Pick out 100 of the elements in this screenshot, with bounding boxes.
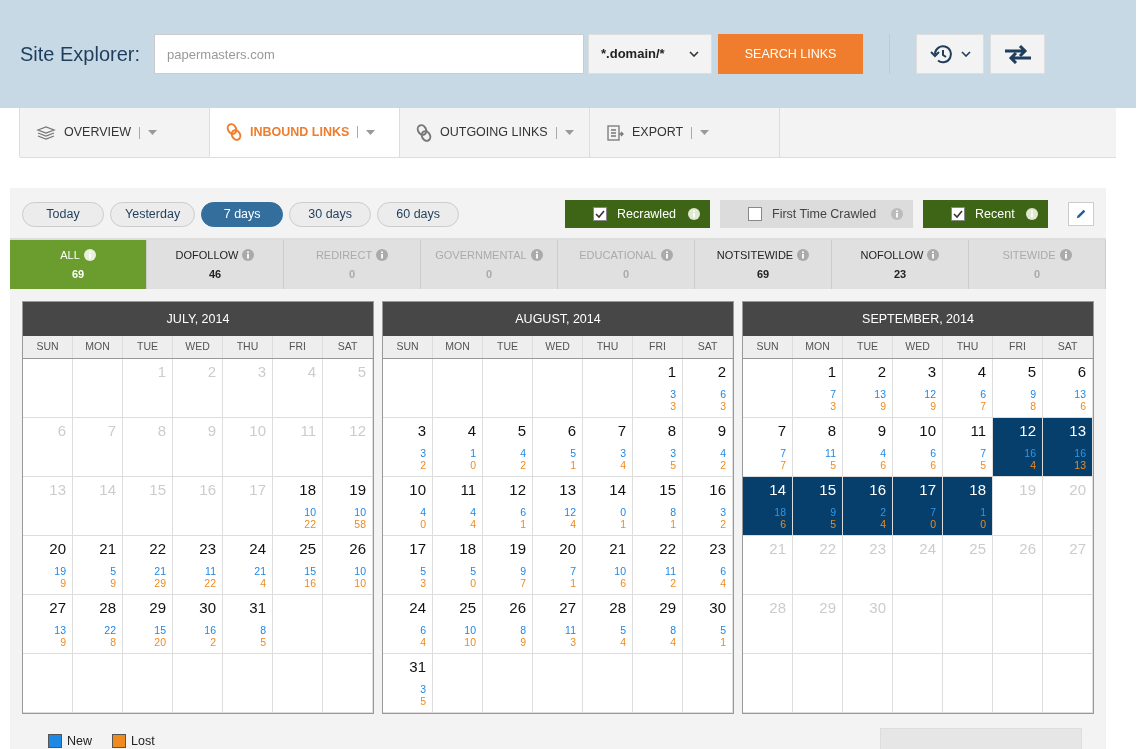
swap-button[interactable] [990,34,1046,74]
scope-dropdown[interactable]: *.domain/* [588,34,713,74]
filter-toggle[interactable]: Recent [923,200,1048,228]
legend-label: Lost [131,732,155,749]
day-cell[interactable]: 14 18 6 [743,477,793,536]
day-cell[interactable]: 30 16 2 [173,595,223,654]
empty-day-cell [743,359,793,418]
day-cell[interactable]: 2 6 3 [683,359,733,418]
day-cell[interactable]: 26 10 10 [323,536,373,595]
empty-day-cell [273,654,323,713]
day-cell[interactable]: 27 11 3 [533,595,583,654]
info-icon [927,248,940,261]
day-cell[interactable]: 22 21 29 [123,536,173,595]
day-cell[interactable]: 24 21 4 [223,536,273,595]
weekday-label: MON [73,336,123,358]
day-cell[interactable]: 15 8 1 [633,477,683,536]
day-cell[interactable]: 8 3 5 [633,418,683,477]
day-cell[interactable]: 2 13 9 [843,359,893,418]
day-cell[interactable]: 3 3 2 [383,418,433,477]
swap-arrows-icon [1002,44,1033,64]
day-cell[interactable]: 21 10 6 [583,536,633,595]
day-cell[interactable]: 9 4 2 [683,418,733,477]
category-tab[interactable]: DOFOLLOW 46 [147,240,284,289]
day-cell[interactable]: 18 1 0 [943,477,993,536]
day-cell[interactable]: 15 9 5 [793,477,843,536]
pencil-icon [1075,207,1087,221]
day-cell[interactable]: 26 8 9 [483,595,533,654]
day-cell[interactable]: 24 6 4 [383,595,433,654]
weekday-label: WED [893,336,943,358]
period-button[interactable]: Today [22,201,104,227]
day-cell[interactable]: 21 5 9 [73,536,123,595]
day-cell[interactable]: 3 12 9 [893,359,943,418]
day-cell[interactable]: 30 5 1 [683,595,733,654]
checkbox[interactable] [748,207,762,221]
day-cell[interactable]: 16 3 2 [683,477,733,536]
filter-toggle[interactable]: First Time Crawled [720,200,913,228]
day-cell[interactable]: 17 5 3 [383,536,433,595]
checkbox[interactable] [951,207,965,221]
empty-day-cell [23,359,73,418]
empty-day-cell [273,595,323,654]
day-cell[interactable]: 6 5 1 [533,418,583,477]
day-cell[interactable]: 1 3 3 [633,359,683,418]
day-cell[interactable]: 28 5 4 [583,595,633,654]
day-cell[interactable]: 13 16 13 [1043,418,1093,477]
day-cell[interactable]: 7 3 4 [583,418,633,477]
day-cell[interactable]: 1 7 3 [793,359,843,418]
dropdown-toggle[interactable] [700,130,710,135]
filter-toggle[interactable]: Recrawled [565,200,710,228]
day-cell[interactable]: 29 8 4 [633,595,683,654]
info-icon [376,248,389,261]
day-cell[interactable]: 11 4 4 [433,477,483,536]
day-cell[interactable]: 23 6 4 [683,536,733,595]
day-cell[interactable]: 4 6 7 [943,359,993,418]
day-cell[interactable]: 31 8 5 [223,595,273,654]
chain-icon [416,122,432,143]
day-cell[interactable]: 13 12 4 [533,477,583,536]
empty-day-cell [993,654,1043,713]
day-cell[interactable]: 12 16 4 [993,418,1043,477]
info-icon [83,248,96,261]
day-cell[interactable]: 19 10 58 [323,477,373,536]
day-cell[interactable]: 17 7 0 [893,477,943,536]
period-button[interactable]: 7 days [201,201,284,227]
dropdown-toggle[interactable] [564,130,574,135]
day-cell[interactable]: 31 3 5 [383,654,433,713]
empty-day-cell [583,654,633,713]
day-cell[interactable]: 22 11 2 [633,536,683,595]
empty-day-cell [533,654,583,713]
day-cell[interactable]: 20 19 9 [23,536,73,595]
history-button[interactable] [916,34,985,74]
day-cell[interactable]: 18 10 22 [273,477,323,536]
day-cell[interactable]: 16 2 4 [843,477,893,536]
day-cell[interactable]: 27 13 9 [23,595,73,654]
category-tab[interactable]: NOFOLLOW 23 [832,240,969,289]
day-cell[interactable]: 20 7 1 [533,536,583,595]
day-cell[interactable]: 29 15 20 [123,595,173,654]
edit-button[interactable] [1068,202,1094,226]
day-cell[interactable]: 28 22 8 [73,595,123,654]
period-button[interactable]: 60 days [377,201,460,227]
category-tab[interactable]: NOTSITEWIDE 69 [695,240,832,289]
weekday-label: SAT [683,336,733,358]
day-cell[interactable]: 23 11 22 [173,536,223,595]
checkbox[interactable] [593,207,607,221]
day-cell[interactable]: 25 10 10 [433,595,483,654]
period-button[interactable]: Yesterday [110,201,196,227]
period-button[interactable]: 30 days [289,201,372,227]
day-cell[interactable]: 18 5 0 [433,536,483,595]
day-cell[interactable]: 14 0 1 [583,477,633,536]
day-cell[interactable]: 5 4 2 [483,418,533,477]
info-icon [660,248,673,261]
day-cell[interactable]: 12 6 1 [483,477,533,536]
day-cell[interactable]: 25 15 16 [273,536,323,595]
dropdown-toggle[interactable] [366,129,376,135]
nav-tab[interactable]: OUTGOING LINKS [399,108,590,157]
weekday-label: MON [433,336,483,358]
dropdown-toggle[interactable] [148,130,158,135]
day-cell[interactable]: 19 9 7 [483,536,533,595]
weekday-label: WED [533,336,583,358]
day-cell[interactable]: 4 1 0 [433,418,483,477]
nav-tab[interactable]: EXPORT [589,108,780,157]
day-cell[interactable]: 10 4 0 [383,477,433,536]
